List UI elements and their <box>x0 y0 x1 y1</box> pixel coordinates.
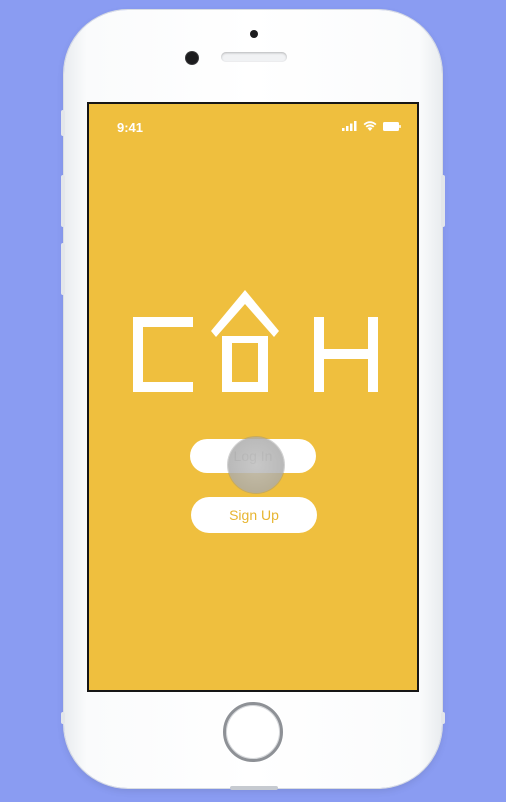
logo-house-roof <box>211 290 279 337</box>
volume-up-button <box>61 175 65 227</box>
power-button <box>441 175 445 227</box>
antenna-band <box>441 712 445 724</box>
mute-switch <box>61 110 65 136</box>
logo-letter-h <box>314 317 378 392</box>
login-button[interactable]: Log In <box>190 439 316 473</box>
wifi-icon <box>363 121 377 131</box>
front-camera <box>186 52 198 64</box>
signal-icon <box>342 121 357 131</box>
battery-icon <box>383 121 401 131</box>
coh-logo <box>133 290 378 392</box>
antenna-band <box>61 712 65 724</box>
status-icons <box>342 121 401 131</box>
home-button[interactable] <box>223 702 283 762</box>
logo-house-o <box>222 336 268 392</box>
logo-letter-c <box>133 317 193 392</box>
charging-port <box>230 786 278 790</box>
signup-button[interactable]: Sign Up <box>191 497 317 533</box>
volume-down-button <box>61 243 65 295</box>
status-time: 9:41 <box>117 120 144 135</box>
proximity-sensor <box>250 30 258 38</box>
app-screen: 9:41 Log In Sign Up <box>87 102 419 692</box>
earpiece-speaker <box>221 52 287 62</box>
